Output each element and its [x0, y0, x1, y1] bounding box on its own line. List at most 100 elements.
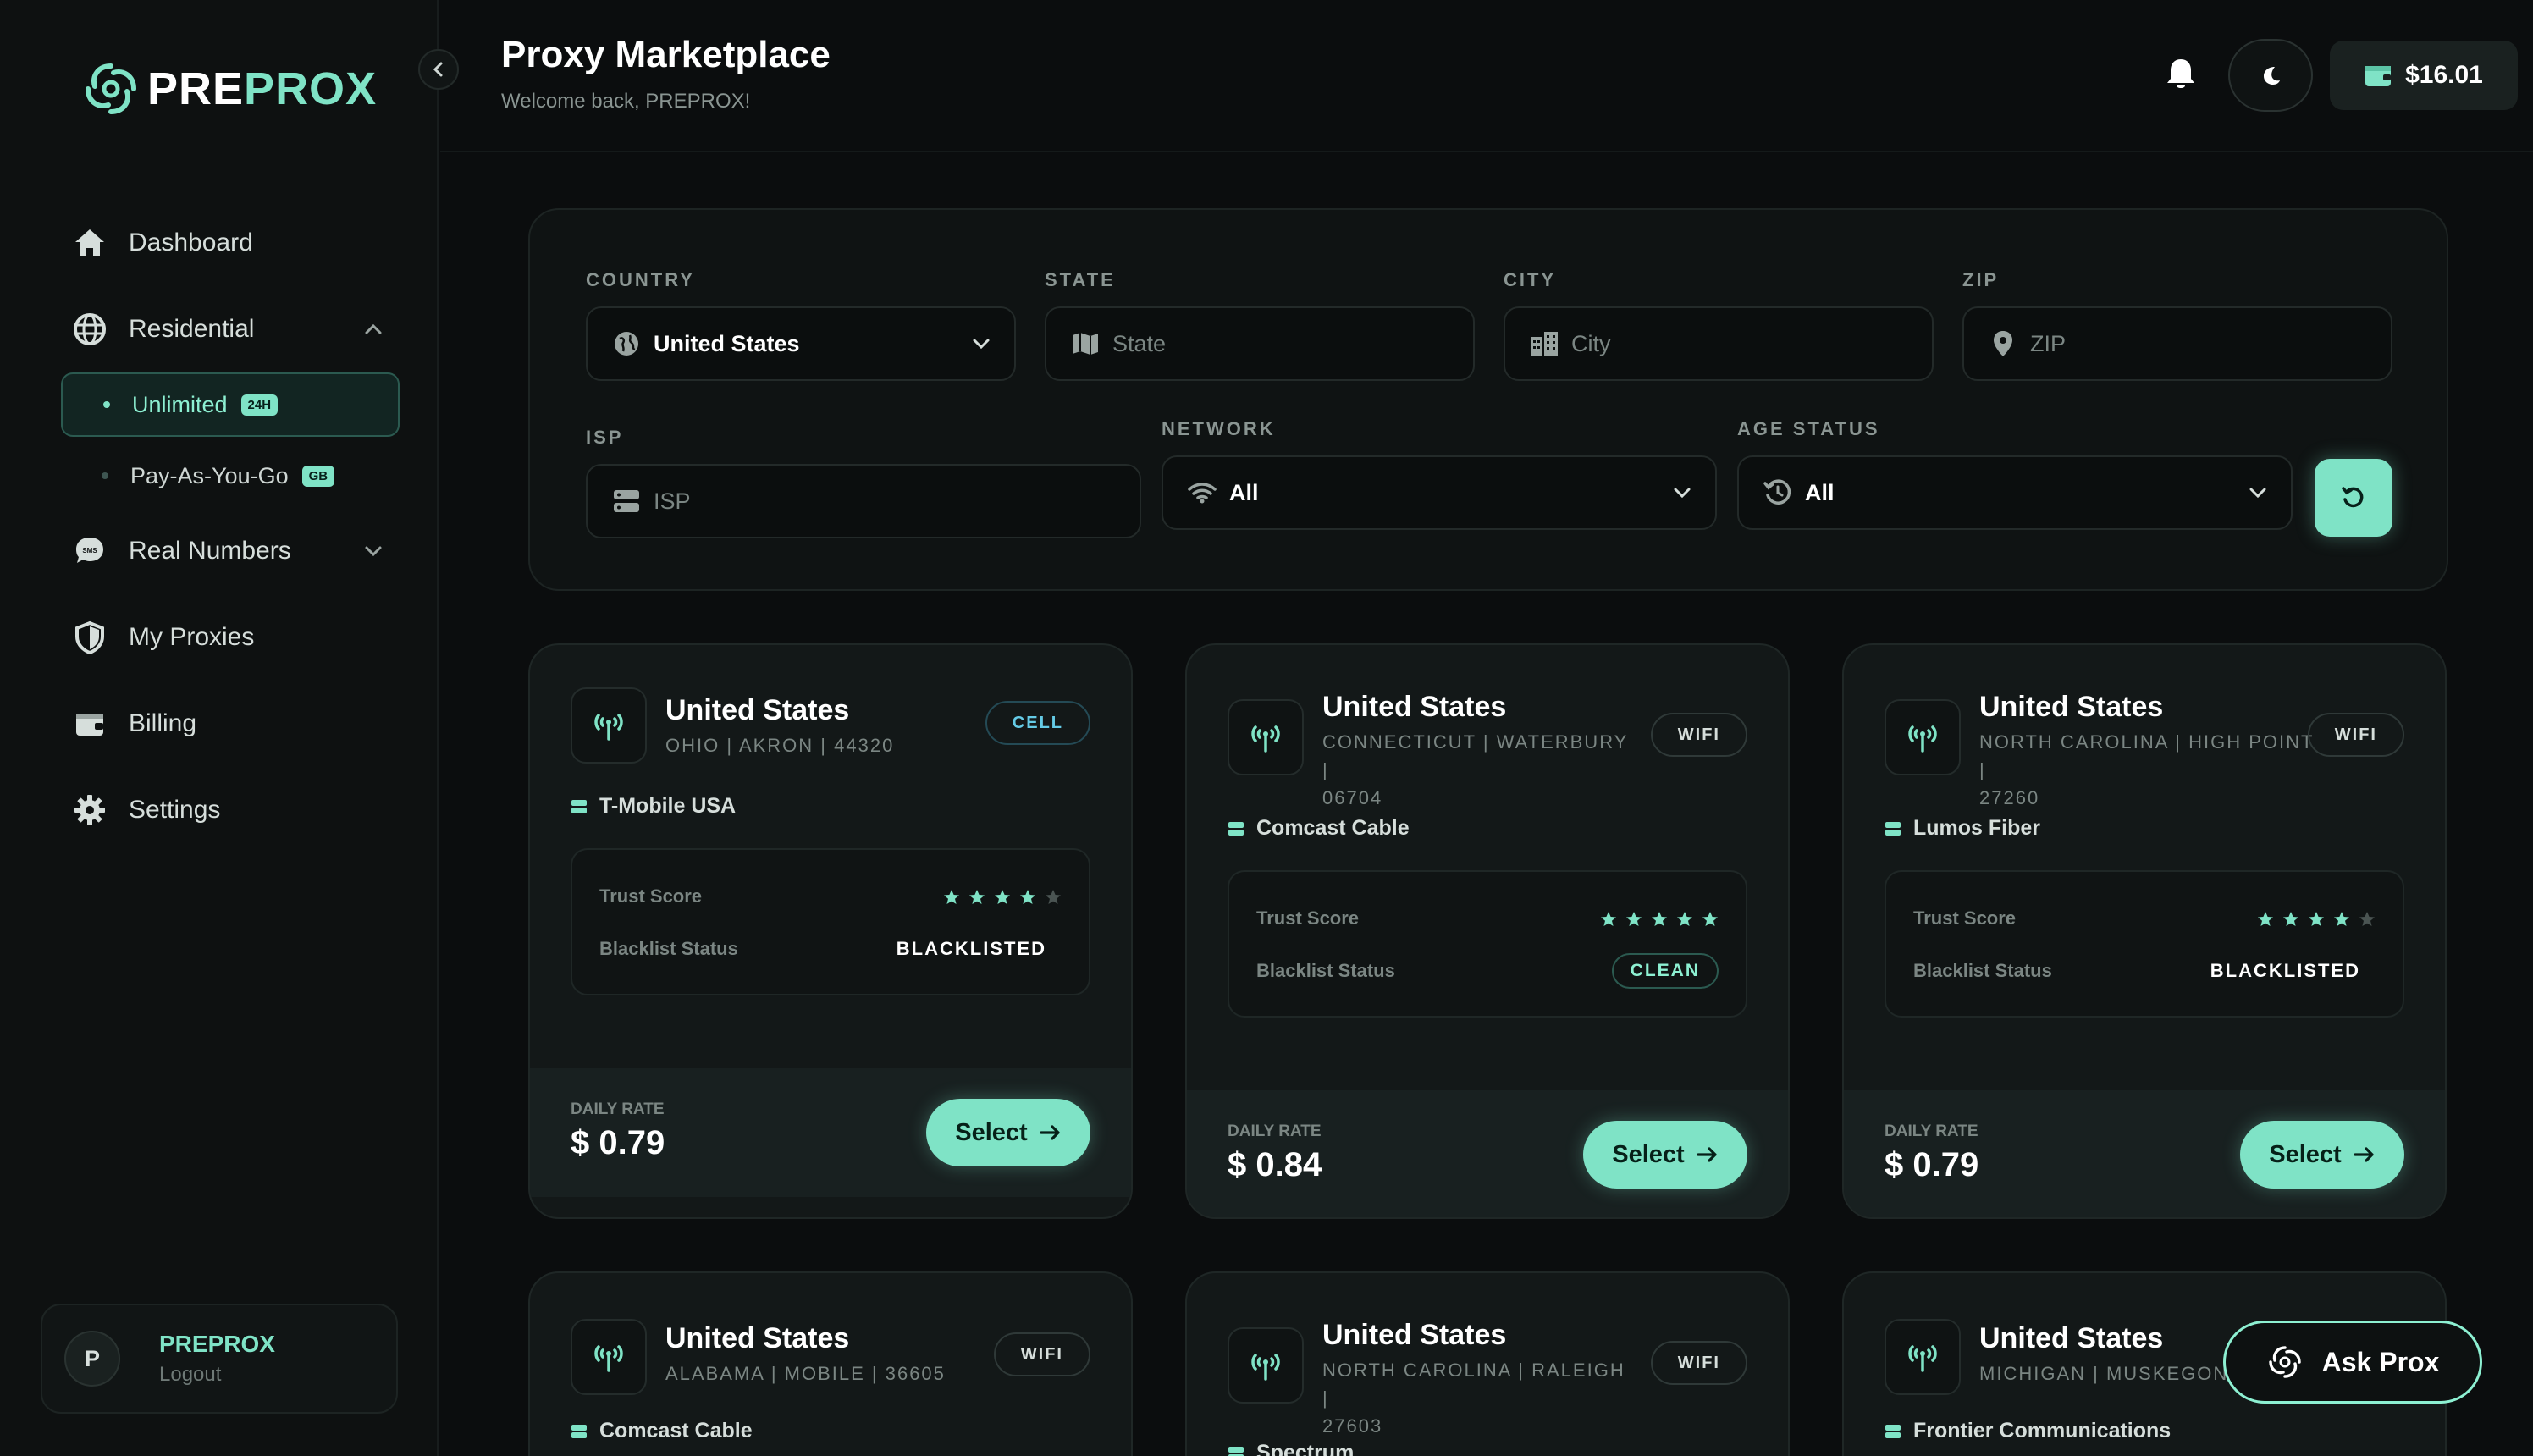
server-icon: [611, 486, 642, 516]
card-country: United States: [665, 1322, 850, 1354]
balance-button[interactable]: $16.01: [2330, 41, 2518, 110]
star-filled-icon: [2258, 912, 2273, 926]
trust-score-stars: [943, 889, 1062, 906]
card-metrics: Trust Score Blacklist Status CLEAN: [1228, 870, 1747, 1018]
select-button[interactable]: Select: [926, 1099, 1090, 1166]
sidebar-item-settings[interactable]: Settings: [47, 767, 403, 853]
network-type-badge: WIFI: [2307, 713, 2404, 757]
active-dot: [103, 401, 110, 408]
star-filled-icon: [1601, 912, 1616, 926]
card-footer: DAILY RATE $ 0.79 Select: [1844, 1090, 2445, 1217]
state-placeholder: State: [1112, 330, 1167, 356]
star-filled-icon: [969, 890, 985, 904]
sidebar-item-label: Settings: [129, 796, 221, 824]
blacklist-status-value: CLEAN: [1611, 953, 1719, 989]
subitem-label: Unlimited: [132, 391, 228, 417]
logout-link[interactable]: Logout: [159, 1363, 275, 1387]
moon-icon: [2260, 64, 2282, 86]
star-filled-icon: [1702, 912, 1718, 926]
trust-score-stars: [2257, 911, 2376, 928]
daily-rate-value: $ 0.79: [1885, 1146, 1979, 1183]
history-icon: [1763, 477, 1793, 508]
card-location: NORTH CAROLINA | HIGH POINT | 27260: [1979, 728, 2318, 812]
state-label: STATE: [1045, 269, 1116, 290]
server-icon: [1885, 1423, 1901, 1440]
card-location: ALABAMA | MOBILE | 36605: [665, 1363, 946, 1384]
antenna-icon: [571, 687, 647, 764]
star-filled-icon: [995, 890, 1010, 904]
wallet-icon: [71, 705, 108, 742]
isp-input[interactable]: ISP: [586, 464, 1141, 538]
proxy-card[interactable]: United States ALABAMA | MOBILE | 36605 W…: [528, 1271, 1133, 1456]
page-subtitle: Welcome back, PREPROX!: [501, 90, 751, 113]
antenna-icon: [1885, 699, 1961, 775]
map-pin-icon: [1988, 328, 2018, 359]
sidebar-item-label: Real Numbers: [129, 537, 291, 565]
sidebar-item-residential[interactable]: Residential: [47, 286, 403, 372]
card-country: United States: [1979, 1322, 2164, 1354]
subitem-tag: 24H: [240, 394, 279, 416]
isp-name: T-Mobile USA: [599, 794, 737, 818]
isp-label: ISP: [586, 427, 624, 448]
arrow-right-icon: [1040, 1125, 1062, 1140]
sidebar-item-my-proxies[interactable]: My Proxies: [47, 594, 403, 681]
proxy-card[interactable]: United States NORTH CAROLINA | HIGH POIN…: [1842, 643, 2447, 1219]
network-select[interactable]: All: [1162, 455, 1717, 530]
proxy-card[interactable]: United States CONNECTICUT | WATERBURY | …: [1185, 643, 1790, 1219]
card-isp: Comcast Cable: [1228, 816, 1410, 841]
isp-name: Comcast Cable: [599, 1419, 753, 1442]
user-card[interactable]: P PREPROX Logout: [41, 1304, 398, 1414]
trust-score-stars: [1600, 911, 1719, 928]
chevron-down-icon: [2249, 487, 2267, 499]
city-input[interactable]: City: [1504, 306, 1934, 381]
proxy-card[interactable]: United States OHIO | AKRON | 44320 CELL …: [528, 643, 1133, 1219]
select-label: Select: [2269, 1140, 2342, 1168]
location-line-2: 27603: [1322, 1415, 1383, 1437]
server-icon: [1228, 1445, 1244, 1456]
country-select[interactable]: United States: [586, 306, 1016, 381]
age-status-select[interactable]: All: [1737, 455, 2293, 530]
inactive-dot: [102, 472, 108, 479]
card-isp: T-Mobile USA: [571, 794, 736, 819]
balance-amount: $16.01: [2405, 61, 2483, 89]
location-line-1: CONNECTICUT | WATERBURY |: [1322, 731, 1628, 780]
zip-placeholder: ZIP: [2030, 330, 2067, 356]
sidebar-item-dashboard[interactable]: Dashboard: [47, 200, 403, 286]
network-type-badge: WIFI: [1650, 713, 1747, 757]
trust-score-label: Trust Score: [1256, 907, 1360, 929]
country-value: United States: [654, 330, 800, 356]
server-icon: [571, 798, 588, 815]
subitem-label: Pay-As-You-Go: [130, 462, 289, 488]
notifications-bell-icon[interactable]: [2164, 56, 2198, 93]
sidebar-subitem-unlimited[interactable]: Unlimited 24H: [61, 372, 400, 437]
theme-toggle-button[interactable]: [2228, 39, 2313, 112]
logo-text: PREPROX: [147, 63, 378, 114]
ask-prox-button[interactable]: Ask Prox: [2223, 1321, 2482, 1404]
star-filled-icon: [944, 890, 959, 904]
antenna-icon: [1228, 699, 1304, 775]
sidebar-item-label: Billing: [129, 709, 197, 737]
card-country: United States: [665, 694, 850, 726]
zip-input[interactable]: ZIP: [1962, 306, 2392, 381]
sidebar-item-real-numbers[interactable]: SMS Real Numbers: [47, 508, 403, 594]
antenna-icon: [1885, 1319, 1961, 1395]
proxy-card[interactable]: United States NORTH CAROLINA | RALEIGH |…: [1185, 1271, 1790, 1456]
brand-logo[interactable]: PREPROX: [81, 59, 377, 119]
collapse-sidebar-button[interactable]: [418, 49, 459, 90]
select-button[interactable]: Select: [2240, 1121, 2404, 1189]
arrow-right-icon: [2354, 1147, 2376, 1162]
card-country: United States: [1322, 1319, 1507, 1351]
card-isp: Spectrum: [1228, 1441, 1354, 1456]
select-button[interactable]: Select: [1583, 1121, 1747, 1189]
network-value: All: [1229, 479, 1259, 505]
globe-icon: [71, 311, 108, 348]
ask-prox-label: Ask Prox: [2321, 1346, 2440, 1377]
card-isp: Frontier Communications: [1885, 1419, 2171, 1443]
sidebar-subitem-pay-as-you-go[interactable]: Pay-As-You-Go GB: [61, 444, 400, 508]
state-input[interactable]: State: [1045, 306, 1475, 381]
sms-icon: SMS: [71, 532, 108, 570]
isp-placeholder: ISP: [654, 488, 691, 514]
sidebar: PREPROX Dashboard Residential Unlimited …: [0, 0, 439, 1456]
sidebar-item-billing[interactable]: Billing: [47, 681, 403, 767]
reset-filters-button[interactable]: [2315, 459, 2392, 537]
